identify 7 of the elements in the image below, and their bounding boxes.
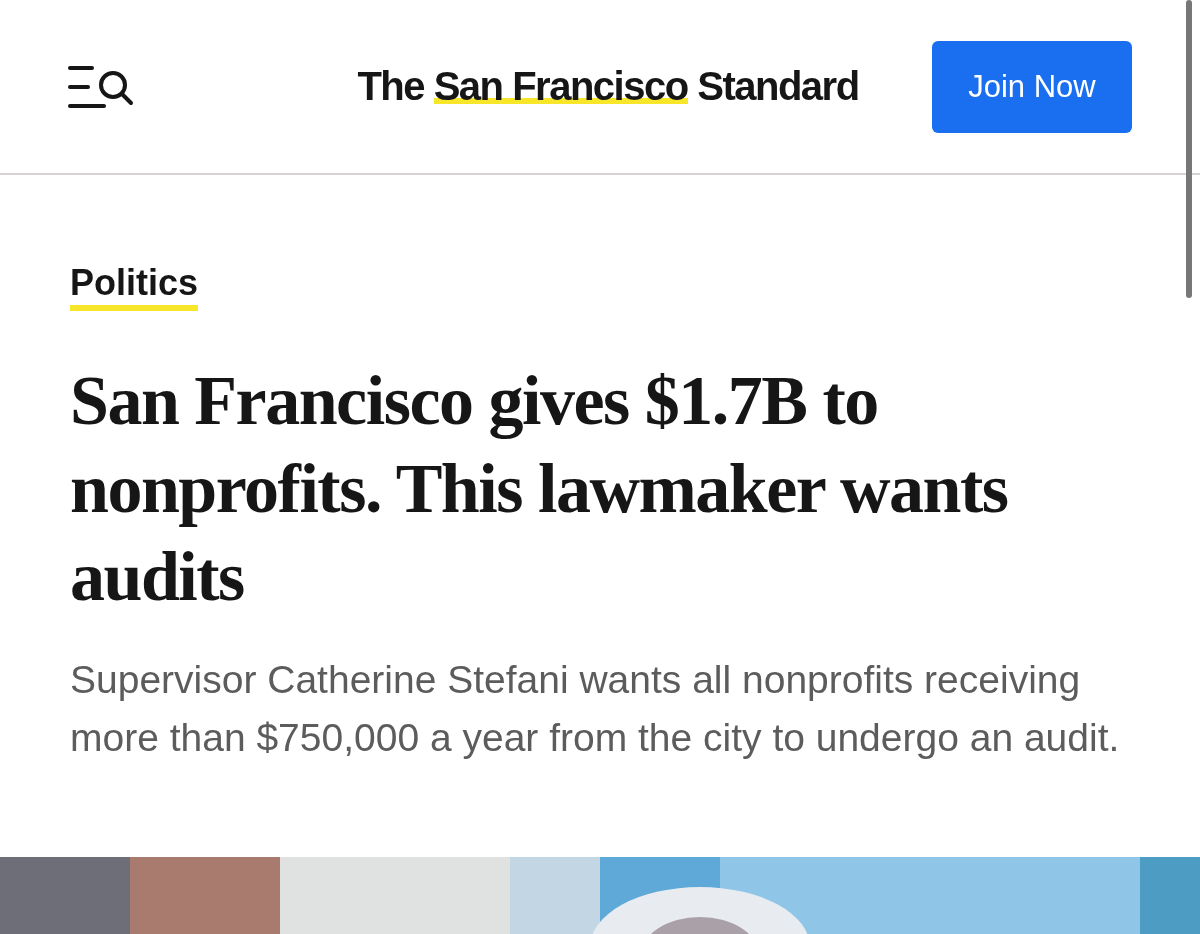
site-logo[interactable]: The San Francisco Standard: [357, 64, 859, 109]
join-now-button[interactable]: Join Now: [932, 40, 1132, 133]
section-link[interactable]: Politics: [70, 263, 199, 311]
headline: San Francisco gives $1.7B to nonprofits. This lawmaker wants audits: [70, 361, 1009, 617]
article-summary: Supervisor Catherine Stefani wants all nonprofits receiving more than $750,000 a year from the city to undergo an audit.: [70, 657, 1121, 761]
scrollbar[interactable]: [1186, 0, 1192, 298]
menu-search-icon[interactable]: [68, 63, 134, 110]
